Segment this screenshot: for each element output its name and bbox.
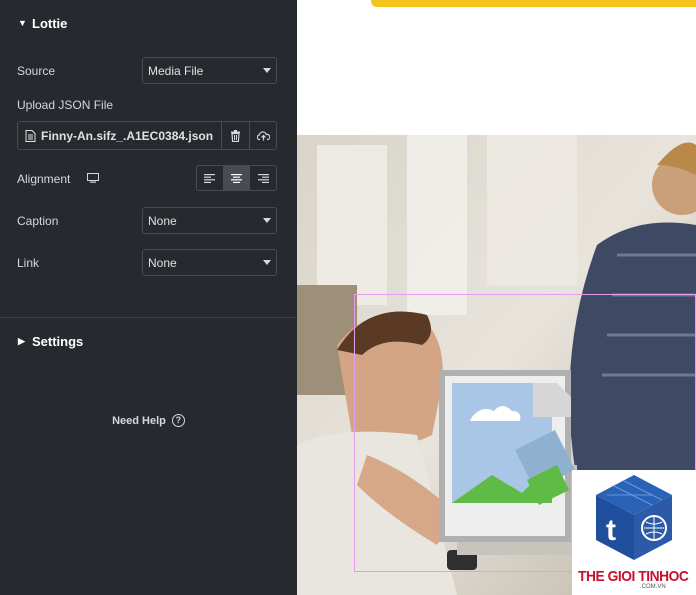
settings-section-header[interactable]: ▶ Settings: [0, 318, 297, 364]
align-center-button[interactable]: [222, 166, 250, 190]
question-circle-icon: ?: [171, 414, 185, 427]
upload-icon: [256, 131, 270, 141]
alignment-label: Alignment: [17, 172, 71, 186]
align-left-icon: [204, 173, 216, 183]
source-select-value: Media File: [148, 63, 204, 78]
chevron-down-icon: [263, 218, 271, 223]
upload-json-label: Upload JSON File: [17, 98, 114, 112]
link-select-value: None: [148, 255, 177, 270]
delete-file-button[interactable]: [222, 122, 249, 149]
link-select[interactable]: None: [142, 249, 277, 276]
need-help-text: Need Help: [112, 414, 166, 427]
editor-panel: ▼ Lottie Source Media File Upload JSON F…: [0, 0, 297, 595]
settings-section-title: Settings: [32, 333, 84, 349]
chevron-down-icon: [263, 260, 271, 265]
yellow-banner-edge: [371, 0, 696, 7]
caret-down-icon: ▼: [18, 18, 27, 28]
cube-letter: t: [606, 514, 616, 547]
alignment-control: [196, 165, 277, 191]
upload-file-button[interactable]: [249, 122, 276, 149]
caption-select-value: None: [148, 213, 177, 228]
source-label: Source: [17, 64, 56, 78]
align-right-button[interactable]: [249, 166, 276, 190]
watermark-logo: t THE GIOI TINHOC .COM.VN: [572, 470, 696, 595]
chevron-down-icon: [263, 68, 271, 73]
link-label: Link: [17, 256, 40, 270]
lottie-section-title: Lottie: [32, 15, 68, 31]
need-help-link[interactable]: Need Help ?: [0, 414, 297, 427]
desktop-icon[interactable]: [87, 173, 99, 183]
align-left-button[interactable]: [197, 166, 223, 190]
trash-icon: [231, 129, 240, 142]
align-center-icon: [231, 173, 242, 183]
source-select[interactable]: Media File: [142, 57, 277, 84]
caption-select[interactable]: None: [142, 207, 277, 234]
caption-label: Caption: [17, 214, 59, 228]
align-right-icon: [257, 173, 269, 183]
watermark-domain-text: .COM.VN: [640, 584, 666, 590]
caret-right-icon: ▶: [18, 335, 25, 346]
lottie-section-header[interactable]: ▼ Lottie: [0, 0, 297, 46]
json-file-field: Finny-An.sifz_.A1EC0384.json: [17, 121, 277, 150]
watermark-brand-text: THE GIOI TINHOC: [578, 568, 689, 585]
file-name-text: Finny-An.sifz_.A1EC0384.json: [41, 128, 214, 143]
file-name-display[interactable]: Finny-An.sifz_.A1EC0384.json: [18, 122, 222, 149]
file-icon: [25, 129, 36, 142]
